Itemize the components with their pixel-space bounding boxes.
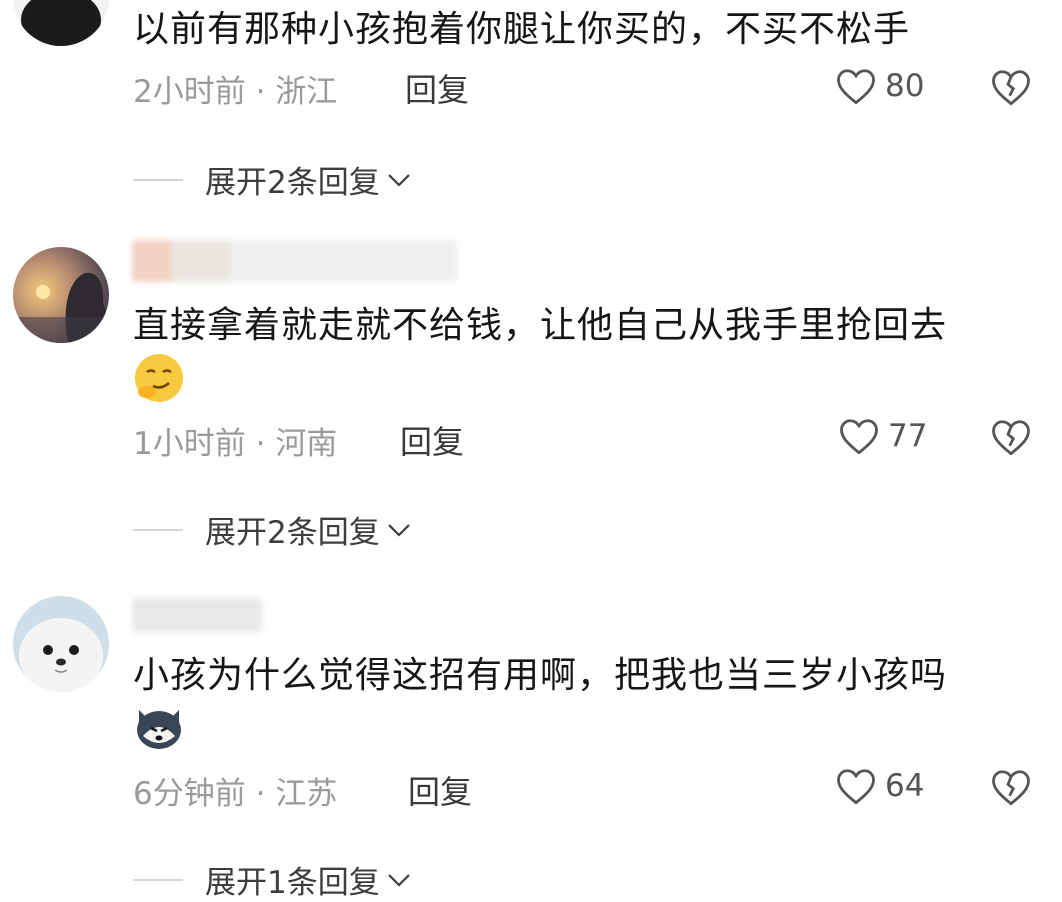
like-button[interactable]: 80 xyxy=(835,66,924,106)
expand-replies-button[interactable]: 展开2条回复 xyxy=(133,157,412,202)
comment-meta: 6分钟前 · 江苏 xyxy=(133,768,337,813)
comment-text: 小孩为什么觉得这招有用啊，把我也当三岁小孩吗 xyxy=(133,655,948,696)
meta-separator: · xyxy=(255,426,266,462)
comment-meta: 2小时前 · 浙江 xyxy=(133,66,337,111)
comment-location: 江苏 xyxy=(275,776,338,812)
husky-emoji-icon xyxy=(137,710,181,749)
divider-line xyxy=(133,878,183,881)
expand-replies-button[interactable]: 展开1条回复 xyxy=(133,857,412,902)
expand-label: 展开2条回复 xyxy=(205,165,380,201)
broken-heart-icon[interactable] xyxy=(990,66,1032,108)
meta-separator: · xyxy=(255,74,266,110)
avatar[interactable] xyxy=(13,596,109,692)
divider-line xyxy=(133,178,183,181)
meta-separator: · xyxy=(255,776,266,812)
comment-meta: 1小时前 · 河南 xyxy=(133,418,337,463)
chevron-down-icon xyxy=(387,523,410,537)
heart-outline-icon xyxy=(837,69,875,105)
like-button[interactable]: 77 xyxy=(838,416,927,456)
comment-time: 2小时前 xyxy=(133,74,246,110)
like-count: 64 xyxy=(885,768,925,804)
comment-location: 浙江 xyxy=(275,74,338,110)
comment-time: 6分钟前 xyxy=(133,776,246,812)
comment-text: 以前有那种小孩抱着你腿让你买的，不买不松手 xyxy=(133,9,911,50)
broken-heart-icon[interactable] xyxy=(990,416,1032,458)
broken-heart-icon[interactable] xyxy=(990,766,1032,808)
username-redacted xyxy=(132,598,262,632)
expand-label: 展开1条回复 xyxy=(205,865,380,901)
username-redacted xyxy=(132,240,457,282)
like-count: 77 xyxy=(888,418,928,454)
expand-replies-button[interactable]: 展开2条回复 xyxy=(133,507,412,552)
reply-button[interactable]: 回复 xyxy=(408,767,472,813)
reply-button[interactable]: 回复 xyxy=(400,417,464,463)
heart-outline-icon xyxy=(837,769,875,805)
like-button[interactable]: 64 xyxy=(835,766,924,806)
comment-text: 直接拿着就走就不给钱，让他自己从我手里抢回去 xyxy=(133,305,948,346)
avatar[interactable] xyxy=(13,0,109,46)
smirk-emoji-icon xyxy=(135,354,183,402)
reply-button[interactable]: 回复 xyxy=(405,65,469,111)
comment-location: 河南 xyxy=(275,426,338,462)
chevron-down-icon xyxy=(387,873,410,887)
heart-outline-icon xyxy=(840,419,878,455)
comment-time: 1小时前 xyxy=(133,426,246,462)
expand-label: 展开2条回复 xyxy=(205,515,380,551)
chevron-down-icon xyxy=(387,173,410,187)
like-count: 80 xyxy=(885,68,925,104)
avatar[interactable] xyxy=(13,247,109,343)
divider-line xyxy=(133,528,183,531)
